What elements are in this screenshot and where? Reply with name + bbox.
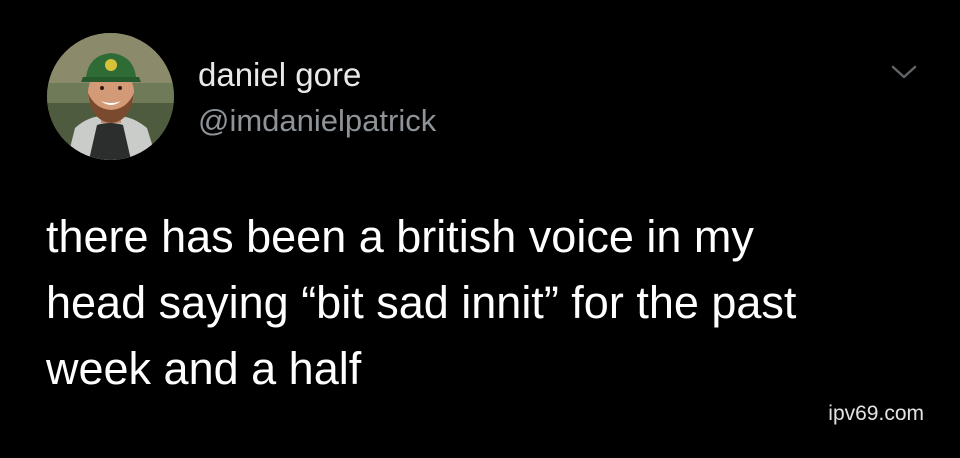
tweet-card: daniel gore @imdanielpatrick there has b… [0,0,960,458]
author-display-name[interactable]: daniel gore [198,56,361,94]
watermark: ipv69.com [828,402,924,425]
author-handle[interactable]: @imdanielpatrick [198,103,436,139]
tweet-text-line: head saying “bit sad innit” for the past [46,277,797,328]
chevron-down-icon[interactable] [889,62,919,82]
tweet-text-line: there has been a british voice in my [46,211,754,262]
avatar[interactable] [47,33,174,160]
tweet-text: there has been a british voice in my hea… [46,204,926,402]
cropped-text-fragment [200,0,320,4]
tweet-text-line: week and a half [46,343,362,394]
